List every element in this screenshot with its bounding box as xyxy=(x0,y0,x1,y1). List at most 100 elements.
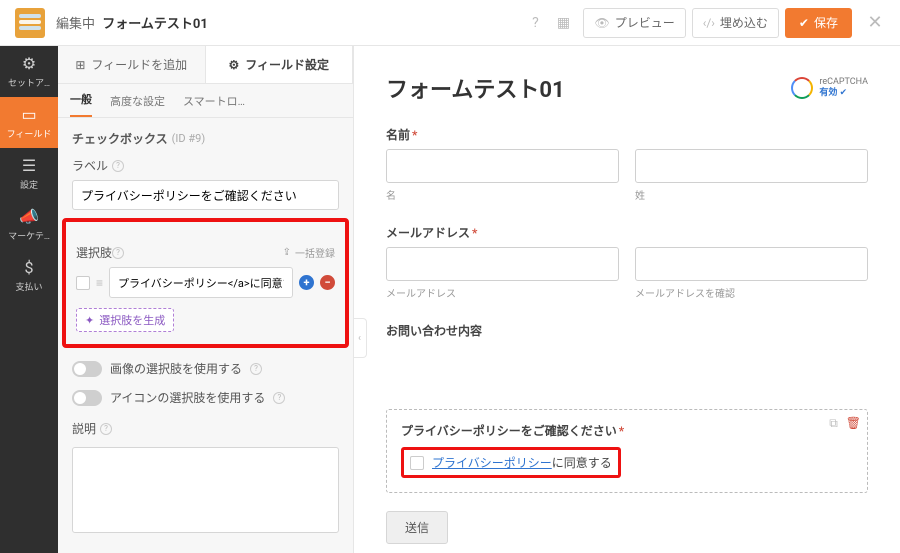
tab-add-field[interactable]: ⊞ フィールドを追加 xyxy=(58,46,205,83)
form-title: フォームテスト01 xyxy=(386,72,565,104)
save-label: 保存 xyxy=(814,14,838,31)
field-type: チェックボックス xyxy=(72,130,168,147)
preview-label: プレビュー xyxy=(615,14,675,31)
description-textarea[interactable] xyxy=(72,447,339,533)
nav-marketing[interactable]: 📣 マーケテ… xyxy=(0,199,58,250)
recaptcha-name: reCAPTCHA xyxy=(819,77,868,88)
image-choices-toggle[interactable] xyxy=(72,361,102,377)
choice-default-checkbox[interactable] xyxy=(76,276,90,290)
email-sublabel: メールアドレス xyxy=(386,285,619,300)
help-icon[interactable]: ? xyxy=(100,423,112,435)
upload-icon: ⇪ xyxy=(283,247,291,258)
nav-fields[interactable]: ▭ フィールド xyxy=(0,97,58,148)
label-label: ラベル xyxy=(72,157,108,174)
duplicate-icon[interactable]: ⧉ xyxy=(829,416,838,431)
choice-row xyxy=(109,267,293,298)
megaphone-icon: 📣 xyxy=(19,209,39,225)
tab-add-label: フィールドを追加 xyxy=(91,56,187,73)
submit-button[interactable]: 送信 xyxy=(386,511,448,544)
nav-setup-label: セットア… xyxy=(8,76,50,89)
required-asterisk: * xyxy=(412,128,417,142)
help-icon[interactable]: ? xyxy=(273,392,285,404)
help-icon[interactable]: ? xyxy=(112,247,124,259)
first-name-input[interactable] xyxy=(386,149,619,183)
gen-label: 選択肢を生成 xyxy=(99,312,165,328)
topbar: 編集中 フォームテスト01 ? ▦ 👁 プレビュー ‹/› 埋め込む ✔ 保存 … xyxy=(0,0,900,46)
subtab-general[interactable]: 一般 xyxy=(70,91,92,117)
editing-status: 編集中 フォームテスト01 xyxy=(56,13,208,32)
embed-button[interactable]: ‹/› 埋め込む xyxy=(692,8,779,38)
email-input[interactable] xyxy=(386,247,619,281)
nav-setup[interactable]: ⚙ セットア… xyxy=(0,46,58,97)
field-inquiry[interactable]: お問い合わせ内容 xyxy=(386,322,868,339)
close-icon[interactable]: ✕ xyxy=(858,12,892,33)
editing-prefix: 編集中 xyxy=(56,17,95,32)
dollar-icon: $ xyxy=(25,260,34,276)
choices-label: 選択肢 xyxy=(76,244,112,261)
last-name-input[interactable] xyxy=(635,149,868,183)
plus-icon: ⊞ xyxy=(75,58,85,72)
email-confirm-sublabel: メールアドレスを確認 xyxy=(635,285,868,300)
icon-choices-label: アイコンの選択肢を使用する xyxy=(110,389,265,406)
form-canvas: ‹ フォームテスト01 reCAPTCHA 有効 ✔ 名前* 名 xyxy=(354,46,900,553)
privacy-link[interactable]: プライバシーポリシー xyxy=(432,456,552,470)
image-choices-row: 画像の選択肢を使用する ? xyxy=(72,360,339,377)
bulk-label: 一括登録 xyxy=(295,245,335,260)
subtab-smart[interactable]: スマートロ… xyxy=(183,93,245,117)
sidebar-subtabs: 一般 高度な設定 スマートロ… xyxy=(58,84,353,118)
sliders-icon: ⚙ xyxy=(228,58,239,72)
bulk-add-button[interactable]: ⇪ 一括登録 xyxy=(283,245,335,260)
field-name[interactable]: 名前* 名 姓 xyxy=(386,126,868,202)
nav-settings-label: 設定 xyxy=(20,178,38,191)
subtab-advanced[interactable]: 高度な設定 xyxy=(110,93,165,117)
generate-choices-button[interactable]: ✦ 選択肢を生成 xyxy=(76,308,174,332)
icon-choices-row: アイコンの選択肢を使用する ? xyxy=(72,389,339,406)
save-button[interactable]: ✔ 保存 xyxy=(785,8,852,38)
name-label: 名前 xyxy=(386,128,410,142)
field-email[interactable]: メールアドレス* メールアドレス メールアドレスを確認 xyxy=(386,224,868,300)
help-icon[interactable]: ? xyxy=(250,363,262,375)
verified-icon: ✔ xyxy=(840,88,848,98)
form-icon: ▭ xyxy=(21,107,36,123)
image-choices-label: 画像の選択肢を使用する xyxy=(110,360,242,377)
remove-choice-button[interactable]: − xyxy=(320,275,335,290)
delete-icon[interactable]: 🗑 xyxy=(846,416,861,431)
field-id: (ID #9) xyxy=(172,132,206,145)
nav-marketing-label: マーケテ… xyxy=(8,229,50,242)
embed-label: 埋め込む xyxy=(720,14,768,31)
icon-choices-toggle[interactable] xyxy=(72,390,102,406)
tab-field-settings[interactable]: ⚙ フィールド設定 xyxy=(205,46,354,83)
drag-handle-icon[interactable]: ≡ xyxy=(96,276,103,290)
choice-text-input[interactable] xyxy=(116,272,286,293)
email-confirm-input[interactable] xyxy=(635,247,868,281)
recaptcha-icon xyxy=(791,77,813,99)
label-input[interactable] xyxy=(72,180,339,210)
field-type-heading: チェックボックス (ID #9) xyxy=(72,130,339,147)
left-nav: ⚙ セットア… ▭ フィールド ☰ 設定 📣 マーケテ… $ 支払い xyxy=(0,46,58,553)
required-asterisk: * xyxy=(619,424,624,438)
apps-grid-icon[interactable]: ▦ xyxy=(549,9,577,37)
privacy-checkbox[interactable] xyxy=(410,456,424,470)
privacy-suffix: に同意する xyxy=(552,456,612,470)
privacy-option-label: プライバシーポリシーに同意する xyxy=(432,454,612,471)
choices-highlight: 選択肢 ? ⇪ 一括登録 ≡ + − ✦ xyxy=(62,218,349,348)
privacy-label: プライバシーポリシーをご確認ください xyxy=(401,424,617,438)
field-privacy-selected[interactable]: ⧉ 🗑 プライバシーポリシーをご確認ください* プライバシーポリシーに同意する xyxy=(386,409,868,493)
help-icon[interactable]: ? xyxy=(521,9,549,37)
preview-button[interactable]: 👁 プレビュー xyxy=(583,8,685,38)
collapse-sidebar-button[interactable]: ‹ xyxy=(354,318,367,358)
editing-form-name: フォームテスト01 xyxy=(102,17,208,32)
recaptcha-status: 有効 xyxy=(819,88,837,98)
add-choice-button[interactable]: + xyxy=(299,275,314,290)
desc-row: 説明 ? xyxy=(72,420,339,437)
label-row: ラベル ? xyxy=(72,157,339,174)
help-icon[interactable]: ? xyxy=(112,160,124,172)
nav-settings[interactable]: ☰ 設定 xyxy=(0,148,58,199)
nav-payments-label: 支払い xyxy=(15,280,42,293)
last-name-sublabel: 姓 xyxy=(635,187,868,202)
eye-icon: 👁 xyxy=(594,16,609,30)
app-logo xyxy=(8,8,52,38)
inquiry-label: お問い合わせ内容 xyxy=(386,322,868,339)
privacy-option-highlight: プライバシーポリシーに同意する xyxy=(401,447,621,478)
nav-payments[interactable]: $ 支払い xyxy=(0,250,58,301)
